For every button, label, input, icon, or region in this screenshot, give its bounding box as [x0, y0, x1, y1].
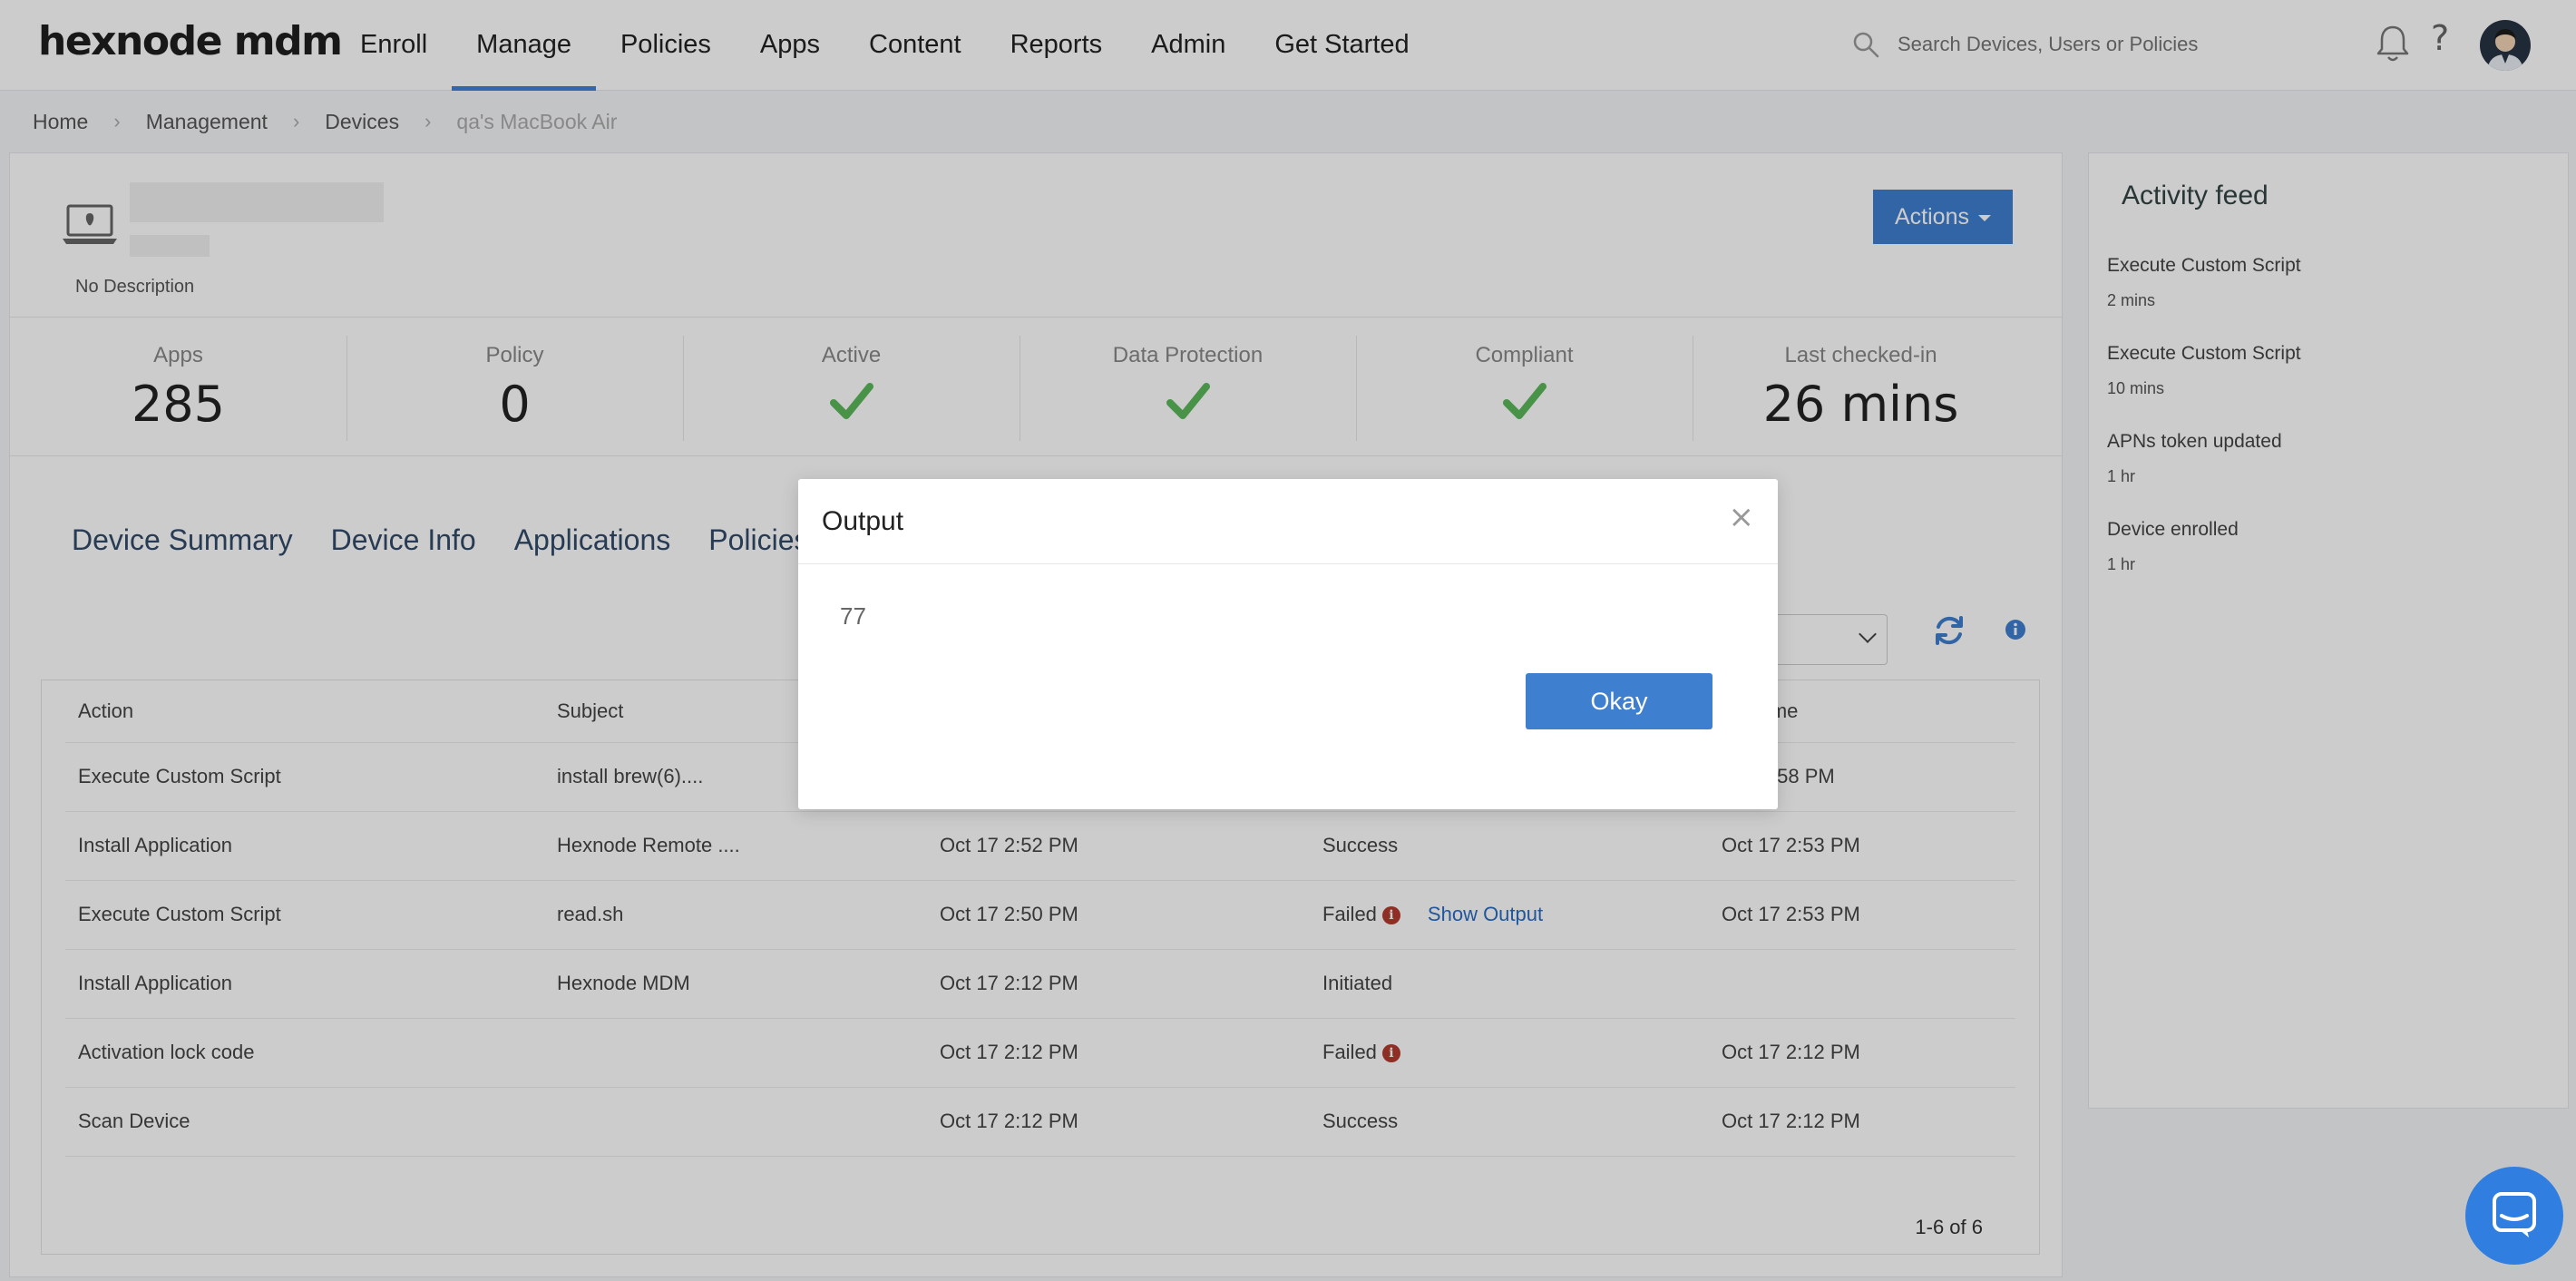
chat-icon [2493, 1192, 2536, 1237]
okay-button[interactable]: Okay [1526, 673, 1712, 729]
script-output-text: 77 [840, 602, 866, 630]
dialog-header: Output × [798, 479, 1778, 564]
output-dialog: Output × 77 Okay [798, 479, 1778, 809]
dialog-title: Output [822, 506, 904, 536]
close-icon[interactable]: × [1729, 499, 1755, 535]
chat-support-button[interactable] [2465, 1167, 2563, 1265]
dialog-body: 77 Okay [798, 564, 1778, 809]
